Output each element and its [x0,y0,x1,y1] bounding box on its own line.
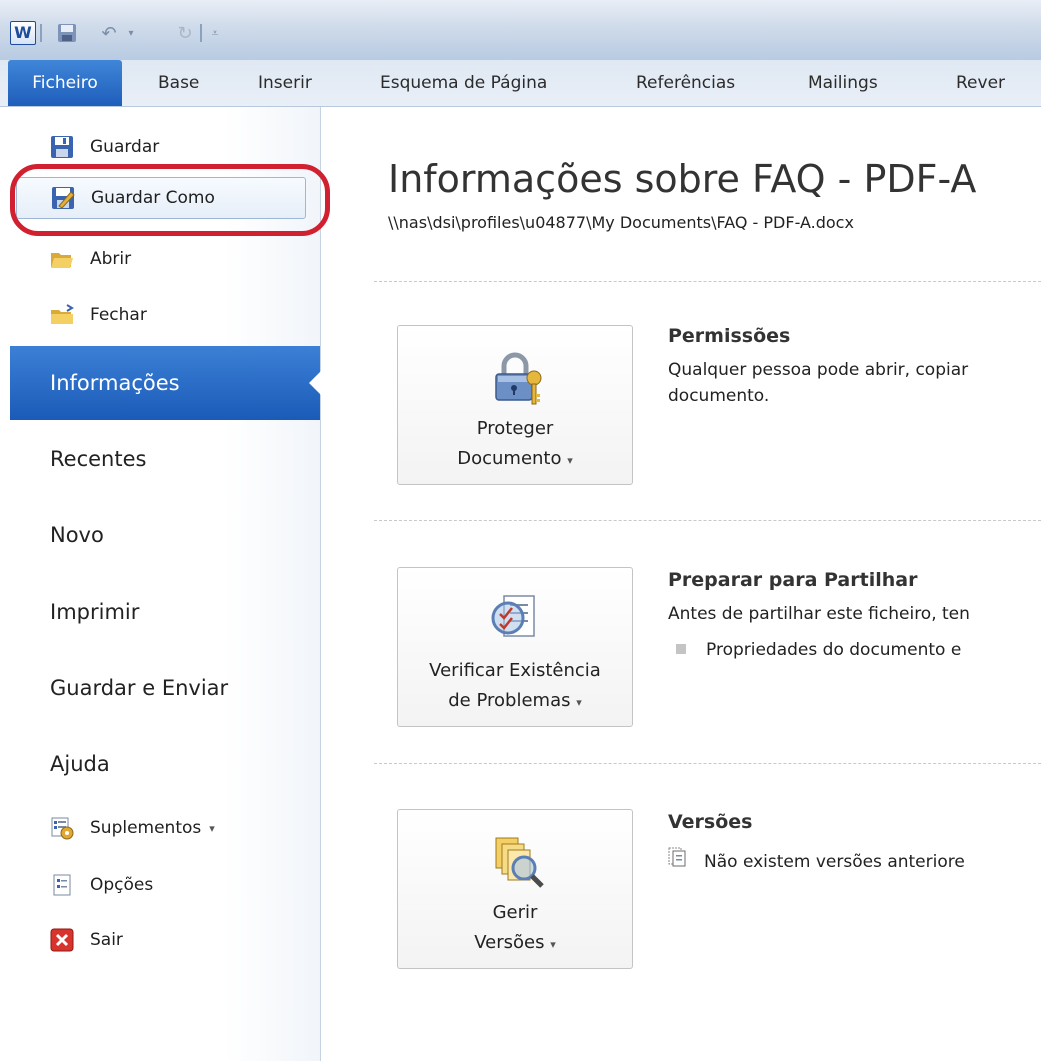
floppy-disk-icon [50,135,74,159]
chevron-down-icon: ▾ [550,938,556,951]
annotation-highlight-ring [10,164,330,236]
exit-button[interactable]: Sair [50,922,123,958]
chevron-down-icon: ▾ [128,27,134,39]
manage-versions-button[interactable]: Gerir Versões ▾ [397,809,633,969]
ribbon-tabs: Ficheiro Base Inserir Esquema de Página … [0,60,1041,107]
backstage-nav: Guardar Guardar Como Abrir Fechar Inform… [0,107,330,1061]
addins-label: Suplementos [90,818,202,838]
tab-review[interactable]: Rever [956,60,1005,106]
options-button[interactable]: Opções [50,867,153,903]
open-folder-icon [50,247,74,271]
close-button[interactable]: Fechar [50,297,147,333]
nav-info[interactable]: Informações [10,346,321,420]
page-title: Informações sobre FAQ - PDF-A [388,157,977,201]
qa-customize-button[interactable]: ⩡ [208,22,222,44]
qa-save-button[interactable] [54,22,80,44]
close-folder-icon [50,303,74,327]
options-label: Opções [90,875,154,895]
redo-icon: ↻ [177,22,193,44]
save-button[interactable]: Guardar [50,129,159,165]
selected-pointer [309,371,321,395]
close-label: Fechar [90,305,147,325]
tab-file[interactable]: Ficheiro [8,60,122,106]
floppy-disk-icon [58,24,76,42]
versions-text: Não existem versões anteriore [668,847,965,875]
exit-x-icon [50,928,74,952]
options-document-icon [50,873,74,897]
nav-info-label: Informações [50,371,180,395]
document-path: \\nas\dsi\profiles\u04877\My Documents\F… [388,213,854,232]
nav-print[interactable]: Imprimir [50,592,139,632]
permissions-text: Qualquer pessoa pode abrir, copiar [668,360,969,380]
nav-help[interactable]: Ajuda [50,744,110,784]
versions-title: Versões [668,811,753,833]
tab-mailings[interactable]: Mailings [808,60,878,106]
exit-label: Sair [90,930,123,950]
nav-recent[interactable]: Recentes [50,439,146,479]
info-pane: Informações sobre FAQ - PDF-A \\nas\dsi\… [322,107,1041,1061]
check-for-issues-label: Verificar Existência de Problemas ▾ [429,660,601,711]
protect-document-label: Proteger Documento ▾ [457,418,573,469]
chevron-down-icon: ▾ [576,696,582,709]
section-divider [374,763,1041,764]
addins-button[interactable]: Suplementos ▾ [50,810,215,846]
document-version-icon [668,847,686,875]
checklist-magnifier-icon [491,595,535,637]
bullet-icon [676,644,686,654]
tab-references[interactable]: Referências [636,60,735,106]
customize-icon: ⩡ [211,25,219,40]
prepare-sharing-bullet: Propriedades do documento e [668,637,961,663]
word-logo-icon: W [10,21,36,45]
chevron-down-icon: ▾ [567,454,573,467]
chevron-down-icon: ▾ [209,821,215,835]
tab-page-layout[interactable]: Esquema de Página [380,60,547,106]
qa-undo-dropdown[interactable]: ▾ [124,22,138,44]
open-button[interactable]: Abrir [50,241,131,277]
section-divider [374,520,1041,521]
permissions-title: Permissões [668,325,791,347]
check-for-issues-button[interactable]: Verificar Existência de Problemas ▾ [397,567,633,727]
qa-separator [200,22,202,44]
permissions-text-2: documento. [668,386,770,406]
padlock-key-icon [495,352,542,405]
prepare-sharing-title: Preparar para Partilhar [668,569,918,591]
open-label: Abrir [90,249,132,269]
save-label: Guardar [90,137,160,157]
undo-icon: ↶ [101,22,117,44]
nav-new[interactable]: Novo [50,515,104,555]
qa-separator [40,22,42,44]
addins-gear-icon [50,816,74,840]
qa-undo-button[interactable]: ↶ [96,22,122,44]
tab-insert[interactable]: Inserir [258,60,312,106]
qa-redo-button[interactable]: ↻ [172,22,198,44]
manage-versions-label: Gerir Versões ▾ [474,902,556,953]
prepare-sharing-text: Antes de partilhar este ficheiro, ten [668,604,970,624]
title-bar: W ↶ ▾ ↻ ⩡ [0,0,1041,60]
section-divider [374,281,1041,282]
tab-home[interactable]: Base [158,60,199,106]
nav-save-send[interactable]: Guardar e Enviar [50,668,228,708]
documents-magnifier-icon [495,837,544,888]
protect-document-button[interactable]: Proteger Documento ▾ [397,325,633,485]
word-logo[interactable]: W [10,21,36,45]
